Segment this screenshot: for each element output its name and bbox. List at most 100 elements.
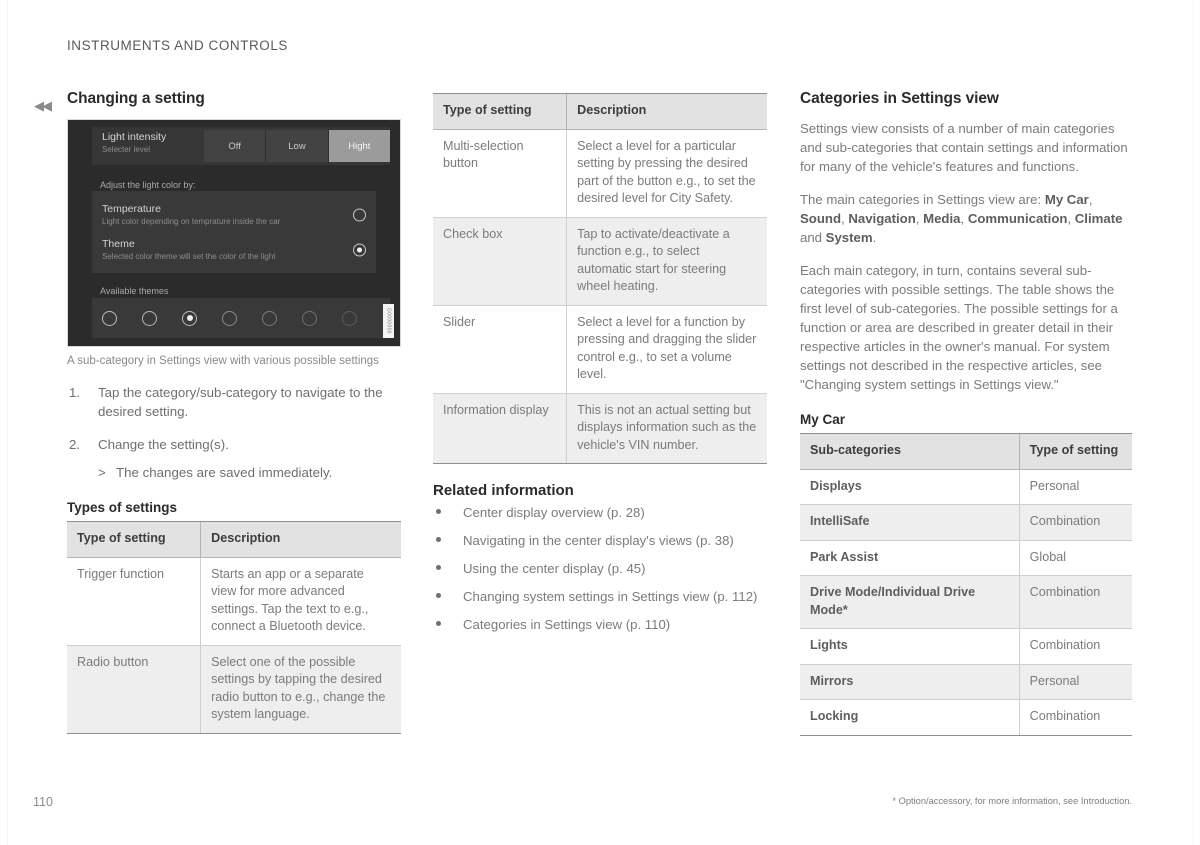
option-theme-title: Theme <box>102 238 135 250</box>
category-system: System <box>825 230 873 245</box>
related-link-text: Categories in Settings view (p. 110) <box>463 617 671 632</box>
option-temperature-subtitle: Light color depending on temprature insi… <box>102 217 281 226</box>
table-row: Displays Personal <box>800 469 1132 505</box>
theme-dot-6[interactable] <box>302 310 317 326</box>
col-header-description: Description <box>200 521 401 558</box>
cell-type: Slider <box>433 305 567 394</box>
middle-column: Type of setting Description Multi-select… <box>433 90 767 643</box>
list-item[interactable]: Navigating in the center display's views… <box>433 531 767 550</box>
cell-description: This is not an actual setting but displa… <box>566 393 767 464</box>
step-number-2: 2. <box>69 437 81 452</box>
cell-sub-category: Park Assist <box>800 540 1020 576</box>
light-intensity-labels: Light intensity Selecter level <box>92 127 204 165</box>
category-my-car: My Car <box>1044 192 1089 207</box>
category-climate: Climate <box>1074 211 1123 226</box>
table-row: Locking Combination <box>800 699 1132 736</box>
list-item[interactable]: Categories in Settings view (p. 110) <box>433 615 767 634</box>
bullet-icon <box>436 537 441 542</box>
category-communication: Communication <box>967 211 1068 226</box>
theme-dot-3[interactable] <box>182 310 197 326</box>
available-themes-row <box>92 298 390 338</box>
theme-dot-5[interactable] <box>262 310 277 326</box>
table-row: Check box Tap to activate/deactivate a f… <box>433 217 767 306</box>
cell-description: Select one of the possible settings by t… <box>200 645 401 734</box>
step-result-2: > The changes are saved immediately. <box>98 463 401 482</box>
main-categories-paragraph: The main categories in Settings view are… <box>800 192 1123 245</box>
step-text-1: Tap the category/sub-category to navigat… <box>98 385 383 419</box>
col-header-type: Type of setting <box>433 93 567 130</box>
cell-description: Select a level for a function by pressin… <box>566 305 767 394</box>
related-information-list: Center display overview (p. 28) Navigati… <box>433 503 767 634</box>
cell-sub-category: Locking <box>800 699 1020 736</box>
table-row: Lights Combination <box>800 628 1132 665</box>
adjust-color-heading: Adjust the light color by: <box>100 180 196 190</box>
cell-type: Combination <box>1018 699 1132 736</box>
related-link-text: Center display overview (p. 28) <box>463 505 645 520</box>
col-header-sub-categories: Sub-categories <box>800 433 1020 470</box>
theme-dot-7[interactable] <box>342 310 357 326</box>
my-car-table: Sub-categories Type of setting Displays … <box>800 433 1132 736</box>
category-media: Media <box>923 211 961 226</box>
segment-off[interactable]: Off <box>204 130 267 162</box>
color-options-panel: Temperature Light color depending on tem… <box>92 191 376 273</box>
cell-sub-category: Drive Mode/Individual Drive Mode* <box>800 575 1020 629</box>
step-number-1: 1. <box>69 385 81 400</box>
cell-type: Radio button <box>67 645 201 734</box>
intro-paragraph: Settings view consists of a number of ma… <box>800 121 1128 174</box>
radio-icon-temperature[interactable] <box>353 208 366 221</box>
related-link-text: Using the center display (p. 45) <box>463 561 646 576</box>
light-intensity-toolbar: Light intensity Selecter level Off Low H… <box>92 127 390 165</box>
list-item[interactable]: Center display overview (p. 28) <box>433 503 767 522</box>
left-column: Changing a setting Light intensity Selec… <box>67 90 401 734</box>
cell-type: Personal <box>1018 664 1132 700</box>
step-result-text: The changes are saved immediately. <box>116 465 333 480</box>
table-row: Drive Mode/Individual Drive Mode* Combin… <box>800 575 1132 629</box>
table-header-row: Type of setting Description <box>433 93 767 130</box>
radio-icon-theme[interactable] <box>353 243 366 256</box>
cell-type: Trigger function <box>67 557 201 646</box>
right-column: Categories in Settings view Settings vie… <box>800 90 1132 736</box>
device-screenshot-figure: Light intensity Selecter level Off Low H… <box>67 119 401 347</box>
back-chevron-icon[interactable]: ◀◀ <box>34 99 52 112</box>
category-sound: Sound <box>800 211 842 226</box>
page-edge-right <box>1192 0 1193 845</box>
bullet-icon <box>436 593 441 598</box>
related-information-title: Related information <box>433 482 574 499</box>
table-row: Radio button Select one of the possible … <box>67 645 401 734</box>
steps-list: 1. Tap the category/sub-category to navi… <box>67 383 401 482</box>
related-link-text: Changing system settings in Settings vie… <box>463 589 758 604</box>
theme-dot-4[interactable] <box>222 310 237 326</box>
types-of-settings-table: Type of setting Description Trigger func… <box>67 521 401 734</box>
page-number: 110 <box>33 795 53 809</box>
segment-low[interactable]: Low <box>266 130 329 162</box>
theme-dot-2[interactable] <box>142 310 157 326</box>
option-theme[interactable]: Theme Selected color theme will set the … <box>92 232 376 267</box>
page-title: Changing a setting <box>67 90 205 107</box>
cell-sub-category: Displays <box>800 469 1020 505</box>
step-item-1: 1. Tap the category/sub-category to navi… <box>67 383 401 421</box>
cell-sub-category: IntelliSafe <box>800 504 1020 541</box>
figure-caption: A sub-category in Settings view with var… <box>67 355 379 367</box>
option-temperature[interactable]: Temperature Light color depending on tem… <box>92 197 376 232</box>
col-header-description: Description <box>566 93 767 130</box>
running-head: INSTRUMENTS AND CONTROLS <box>67 38 288 53</box>
list-item[interactable]: Using the center display (p. 45) <box>433 559 767 578</box>
cell-type: Global <box>1018 540 1132 576</box>
col-header-type-of-setting: Type of setting <box>1018 433 1132 470</box>
table-row: Park Assist Global <box>800 540 1132 576</box>
cell-description: Tap to activate/deactivate a function e.… <box>566 217 767 306</box>
available-themes-label: Available themes <box>100 286 169 296</box>
table-row: Multi-selection button Select a level fo… <box>433 129 767 218</box>
table-row: Trigger function Starts an app or a sepa… <box>67 557 401 646</box>
table-row: IntelliSafe Combination <box>800 504 1132 541</box>
theme-dot-1[interactable] <box>102 310 117 326</box>
segment-hight[interactable]: Hight <box>328 130 390 162</box>
cell-type: Check box <box>433 217 567 306</box>
list-item[interactable]: Changing system settings in Settings vie… <box>433 587 767 606</box>
light-intensity-title: Light intensity <box>102 131 167 143</box>
bullet-icon <box>436 509 441 514</box>
option-theme-subtitle: Selected color theme will set the color … <box>102 252 276 261</box>
cell-description: Select a level for a particular setting … <box>566 129 767 218</box>
footnote: * Option/accessory, for more information… <box>892 796 1132 806</box>
categories-section-title: Categories in Settings view <box>800 90 999 107</box>
